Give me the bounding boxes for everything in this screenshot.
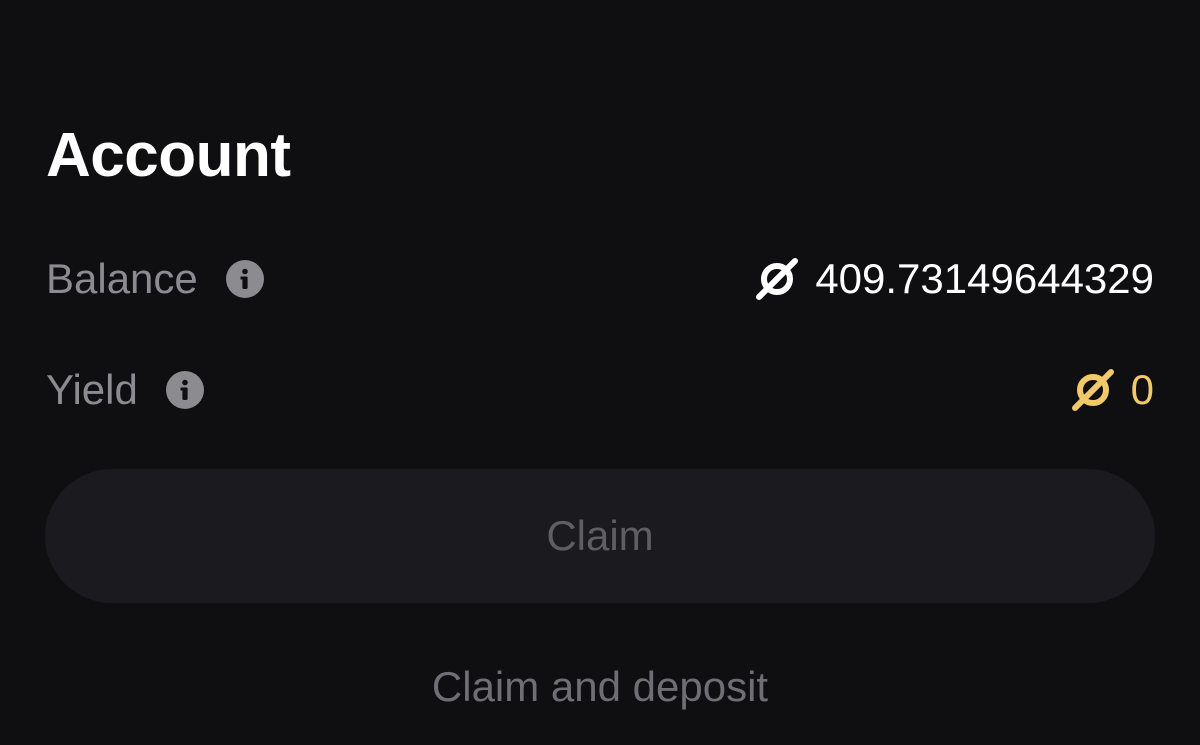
account-panel: Account Balance 409.73149644329 Yield 0 … [0, 0, 1200, 745]
yield-label: Yield [46, 366, 138, 413]
yield-info-icon[interactable] [165, 371, 204, 409]
yield-label-group: Yield [46, 366, 204, 414]
yield-value: 0 [1130, 366, 1154, 413]
claim-button-label: Claim [546, 512, 654, 559]
page-title: Account [46, 121, 291, 190]
balance-value: 409.73149644329 [815, 255, 1154, 302]
balance-info-icon[interactable] [225, 260, 264, 298]
yield-row: Yield 0 [46, 360, 1154, 420]
balance-row: Balance 409.73149644329 [46, 249, 1154, 309]
balance-value-group: 409.73149644329 [755, 255, 1154, 303]
claim-and-deposit-link[interactable]: Claim and deposit [0, 663, 1200, 711]
balance-label: Balance [46, 255, 198, 302]
balance-label-group: Balance [46, 255, 264, 303]
claim-button[interactable]: Claim [45, 469, 1155, 603]
balance-token-icon [755, 257, 799, 301]
yield-value-group: 0 [1071, 366, 1154, 414]
yield-token-icon [1071, 368, 1115, 412]
